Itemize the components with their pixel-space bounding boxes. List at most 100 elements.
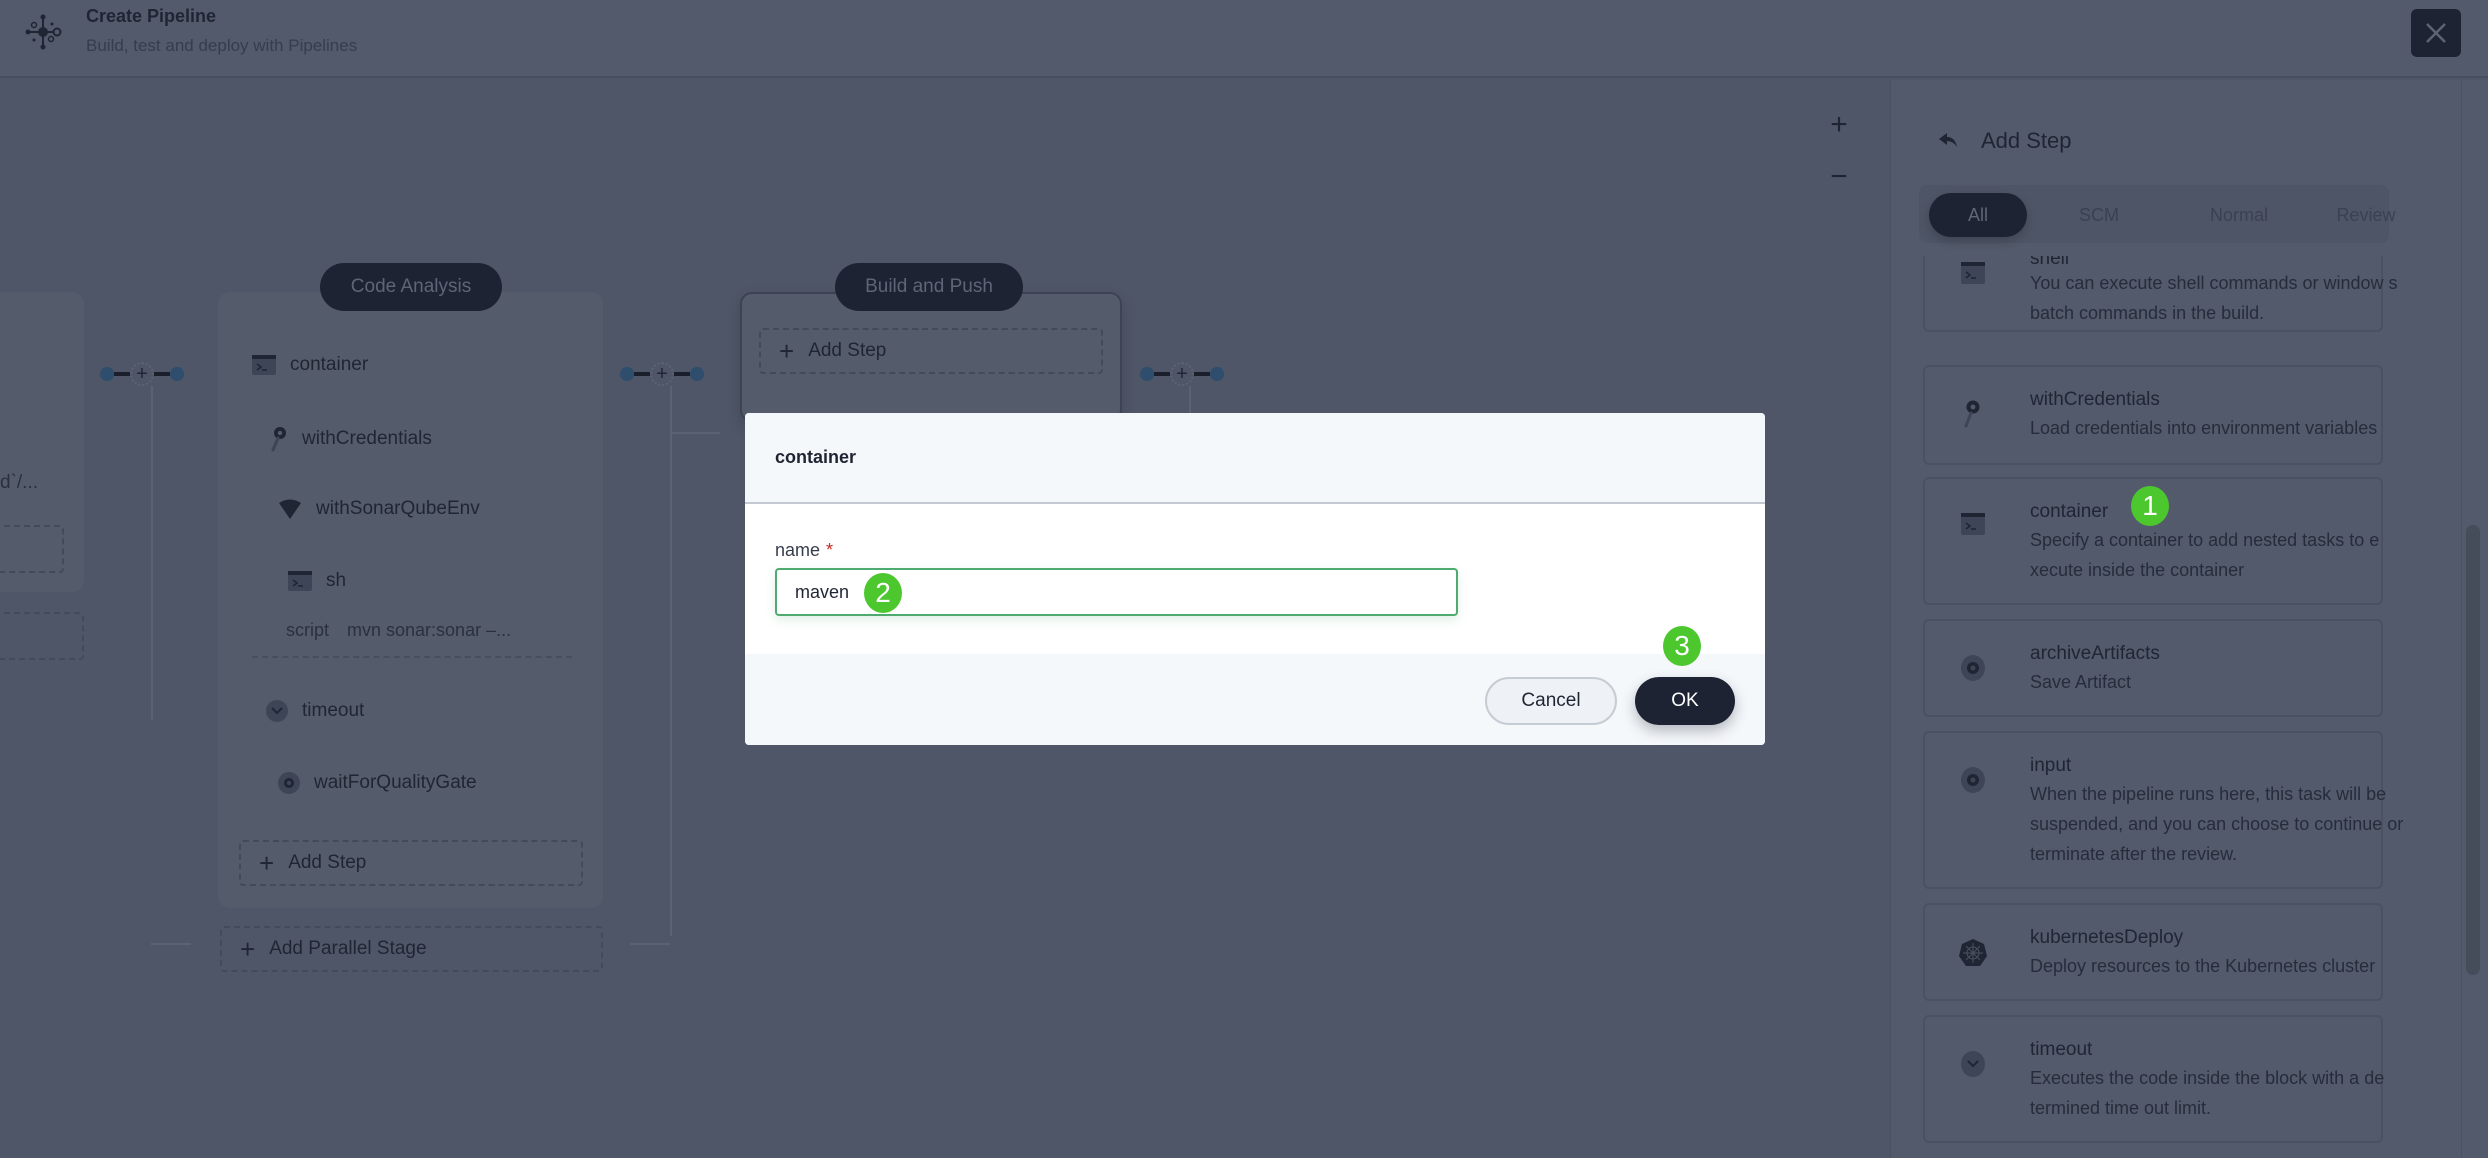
step-category-tabs: All SCM Normal Review (1919, 185, 2396, 243)
pipeline-icon (25, 14, 62, 50)
key-icon (271, 427, 286, 452)
terminal-icon (1961, 262, 1985, 284)
step-card-description: Load credentials into environment variab… (2030, 418, 2378, 438)
dialog-header: container (745, 413, 1765, 504)
step-card-shell[interactable]: shell You can execute shell commands or … (1923, 256, 2398, 332)
step-card-description: Specify a container to add nested tasks … (2030, 530, 2380, 580)
annotation-badge-2: 2 (864, 573, 902, 613)
step-card-kubernetes-deploy[interactable]: kubernetesDeploy Deploy resources to the… (1923, 903, 2383, 1001)
step-card-description: Executes the code inside the block with … (2030, 1068, 2385, 1118)
back-arrow-icon[interactable] (1937, 132, 1959, 150)
param-key: script (286, 620, 330, 640)
scrollbar-thumb[interactable] (2466, 525, 2480, 975)
add-step-label: Add Step (288, 852, 367, 873)
plus-icon: + (779, 335, 795, 366)
add-step-label: Add Step (808, 340, 887, 361)
tab-normal[interactable]: Normal (2174, 193, 2304, 237)
nested-divider (252, 656, 572, 658)
branch-line (1189, 386, 1191, 416)
connector-dot (620, 367, 634, 381)
branch-line (151, 386, 153, 720)
step-label: waitForQualityGate (314, 772, 477, 793)
step-card-archive-artifacts[interactable]: archiveArtifacts Save Artifact (1923, 619, 2383, 717)
add-stage-plus-button[interactable]: + (130, 362, 154, 386)
add-stage-plus-button[interactable]: + (1170, 362, 1194, 386)
step-with-credentials[interactable]: withCredentials (268, 426, 432, 452)
kubernetes-icon (1959, 939, 1987, 966)
step-timeout[interactable]: timeout (266, 700, 364, 722)
tab-review[interactable]: Review (2311, 193, 2421, 237)
step-card-name: kubernetesDeploy (2030, 927, 2184, 948)
step-container[interactable]: container (252, 354, 368, 376)
connector-dot (690, 367, 704, 381)
page-header: Create Pipeline Build, test and deploy w… (0, 0, 2488, 78)
plus-icon: + (240, 933, 256, 964)
step-with-sonarqube-env[interactable]: withSonarQubeEnv (278, 498, 480, 520)
dialog-body: name * (745, 504, 1765, 654)
zoom-out-button[interactable]: − (1824, 162, 1854, 192)
step-label: container (290, 354, 369, 375)
stage-card-code-analysis (218, 292, 603, 908)
scrollbar-track (2461, 80, 2462, 1158)
connector-dot (1210, 367, 1224, 381)
annotation-badge-3: 3 (1663, 626, 1701, 666)
step-list: shell You can execute shell commands or … (1891, 256, 2488, 1158)
step-label: withSonarQubeEnv (316, 498, 480, 519)
close-button[interactable] (2411, 9, 2461, 57)
connector-dot (170, 367, 184, 381)
key-icon (1964, 400, 1980, 428)
step-label: sh (326, 570, 347, 591)
connector-dot (100, 367, 114, 381)
step-card-with-credentials[interactable]: withCredentials Load credentials into en… (1923, 365, 2383, 465)
tab-all[interactable]: All (1929, 193, 2027, 237)
terminal-icon (252, 355, 276, 375)
step-card-name: input (2030, 755, 2072, 776)
dialog-footer: Cancel OK (745, 654, 1765, 745)
add-step-button[interactable]: + Add Step (239, 840, 583, 886)
branch-line (670, 432, 720, 434)
container-dialog: container name* Cancel OK (745, 413, 1765, 745)
step-card-timeout[interactable]: timeout Executes the code inside the blo… (1923, 1015, 2384, 1143)
chevron-circle-icon (266, 700, 288, 722)
step-card-name: container (2030, 501, 2109, 522)
terminal-icon (288, 571, 312, 591)
add-step-panel: Add Step All SCM Normal Review shell You… (1890, 80, 2488, 1158)
stage-name-code-analysis[interactable]: Code Analysis (320, 263, 502, 311)
step-card-name: archiveArtifacts (2030, 643, 2160, 664)
dialog-title: container (775, 447, 857, 467)
sonarqube-icon (279, 499, 301, 519)
field-label-text: name (775, 540, 821, 560)
step-card-description: Save Artifact (2030, 672, 2132, 692)
partial-add-step[interactable] (0, 525, 64, 573)
step-wait-for-quality-gate[interactable]: waitForQualityGate (278, 772, 477, 794)
page-title: Create Pipeline (86, 6, 217, 26)
partial-step-text: d`/... (0, 472, 39, 493)
step-card-description: When the pipeline runs here, this task w… (2030, 784, 2404, 864)
add-stage-plus-button[interactable]: + (650, 362, 674, 386)
chevron-circle-icon (1961, 1051, 1985, 1077)
step-card-input[interactable]: input When the pipeline runs here, this … (1923, 731, 2403, 889)
sh-script-param: script mvn sonar:sonar –... (286, 620, 511, 641)
branch-line (630, 943, 670, 945)
stage-connector: + (620, 362, 704, 386)
terminal-icon (1961, 513, 1985, 535)
cancel-button[interactable]: Cancel (1485, 677, 1617, 725)
ok-button[interactable]: OK (1635, 677, 1735, 725)
circle-dot-icon (278, 772, 300, 794)
step-card-name: withCredentials (2030, 389, 2160, 410)
page-subtitle: Build, test and deploy with Pipelines (86, 36, 358, 55)
partial-add-parallel-stage[interactable] (0, 612, 84, 660)
step-label: timeout (302, 700, 365, 721)
zoom-in-button[interactable]: + (1824, 110, 1854, 140)
circle-dot-icon (1961, 767, 1985, 793)
param-value: mvn sonar:sonar –... (347, 620, 512, 640)
name-field-label: name * (775, 540, 833, 561)
tab-scm[interactable]: SCM (2049, 193, 2149, 237)
branch-line (151, 943, 191, 945)
add-parallel-stage-label: Add Parallel Stage (269, 938, 427, 959)
add-parallel-stage-button[interactable]: + Add Parallel Stage (220, 926, 603, 972)
stage-name-build-and-push[interactable]: Build and Push (835, 263, 1023, 311)
add-step-button[interactable]: + Add Step (759, 328, 1103, 374)
step-sh[interactable]: sh (288, 570, 346, 592)
circle-dot-icon (1961, 655, 1985, 681)
